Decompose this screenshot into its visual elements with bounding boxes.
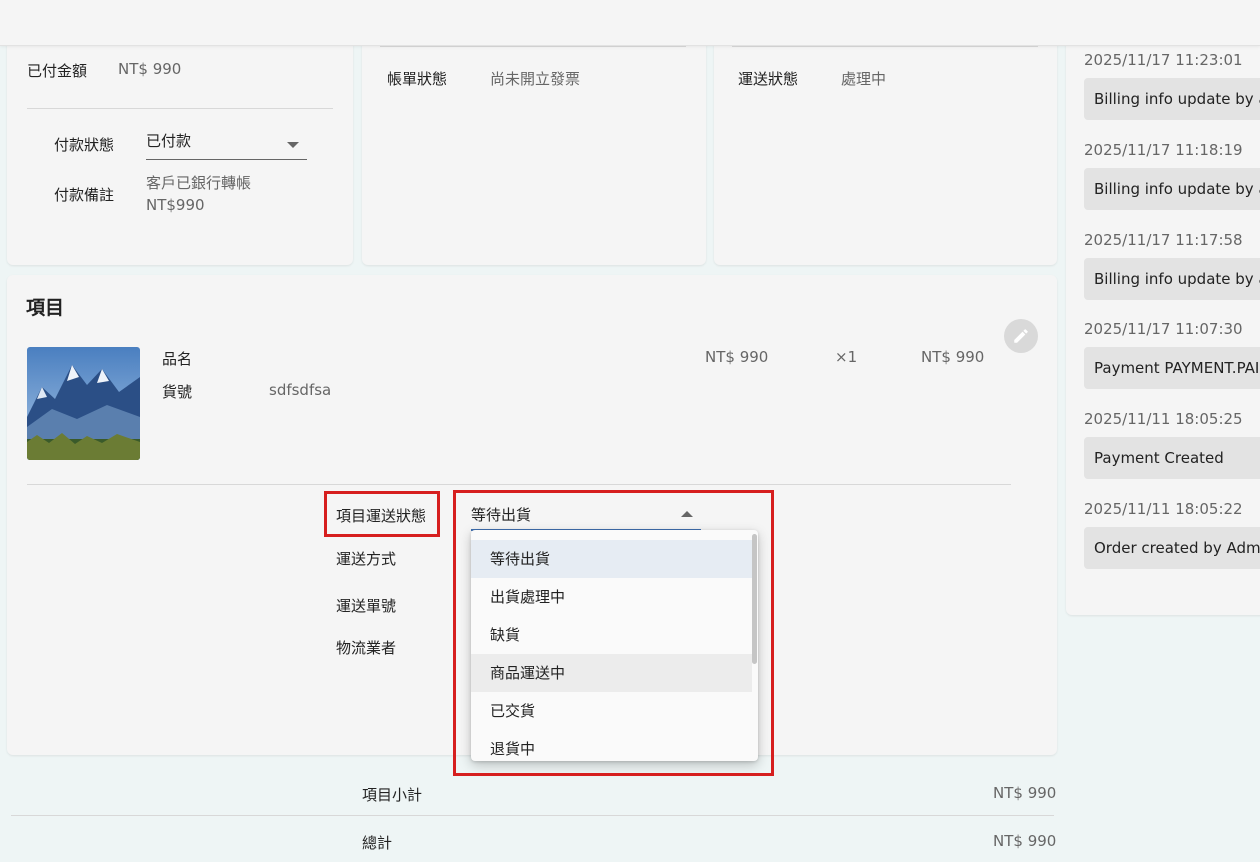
activity-time: 2025/11/17 11:07:30 [1084, 320, 1243, 338]
option-delivered[interactable]: 已交貨 [471, 692, 752, 730]
billing-status-label: 帳單狀態 [387, 70, 448, 88]
total-label: 總計 [362, 834, 393, 852]
paid-amount-value: NT$ 990 [118, 60, 182, 78]
product-sku-value: sdfsdfsa [269, 381, 332, 399]
divider [732, 46, 1038, 47]
payment-status-value: 已付款 [146, 132, 192, 150]
caret-down-icon [287, 142, 299, 148]
mountain-image [27, 347, 140, 460]
ship-method-label: 運送方式 [336, 550, 397, 568]
divider [11, 815, 1054, 816]
payment-status-select[interactable]: 已付款 [146, 130, 307, 160]
activity-message: Payment PAYMENT.PAID [1084, 347, 1260, 389]
shipping-status-value: 處理中 [841, 70, 887, 88]
option-awaiting-shipment[interactable]: 等待出貨 [471, 540, 752, 578]
divider [27, 484, 1011, 485]
shipping-card: 運送狀態 處理中 [714, 30, 1057, 265]
total-value: NT$ 990 [993, 832, 1057, 850]
item-ship-status-select[interactable]: 等待出貨 [471, 504, 701, 531]
activity-time: 2025/11/17 11:23:01 [1084, 51, 1243, 69]
activity-time: 2025/11/11 18:05:22 [1084, 500, 1243, 518]
divider [380, 46, 686, 47]
edit-item-button[interactable] [1004, 319, 1038, 353]
option-out-of-stock[interactable]: 缺貨 [471, 616, 752, 654]
paid-amount-label: 已付金額 [27, 62, 88, 80]
subtotal-label: 項目小計 [362, 786, 423, 804]
product-quantity: ×1 [835, 348, 858, 366]
carrier-label: 物流業者 [336, 639, 397, 657]
top-app-bar [0, 0, 1260, 46]
activity-message: Payment Created [1084, 437, 1260, 479]
billing-status-value: 尚未開立發票 [490, 70, 581, 88]
payment-note-line1: 客戶已銀行轉帳 [146, 174, 252, 192]
pencil-icon [1014, 329, 1028, 343]
option-processing-shipment[interactable]: 出貨處理中 [471, 578, 752, 616]
items-title: 項目 [26, 297, 65, 319]
subtotal-value: NT$ 990 [993, 784, 1057, 802]
product-name-label: 品名 [162, 350, 193, 368]
activity-time: 2025/11/17 11:17:58 [1084, 231, 1243, 249]
payment-status-label: 付款狀態 [54, 136, 115, 154]
activity-message: Billing info update by admin [1084, 258, 1260, 300]
activity-time: 2025/11/17 11:18:19 [1084, 141, 1243, 159]
activity-message: Billing info update by admin [1084, 168, 1260, 210]
activity-message: Order created by Admin [1084, 527, 1260, 569]
product-total: NT$ 990 [921, 348, 985, 366]
activity-time: 2025/11/11 18:05:25 [1084, 410, 1243, 428]
billing-card: 帳單狀態 尚未開立發票 [362, 30, 706, 265]
payment-note-label: 付款備註 [54, 186, 115, 204]
product-unit-price: NT$ 990 [705, 348, 769, 366]
shipping-status-label: 運送狀態 [738, 70, 799, 88]
option-returning[interactable]: 退貨中 [471, 730, 752, 761]
dropdown-scrollbar[interactable] [752, 534, 757, 664]
payment-note-line2: NT$990 [146, 196, 205, 214]
caret-up-icon [681, 511, 693, 517]
activity-message: Billing info update by admin [1084, 78, 1260, 120]
product-thumbnail [27, 347, 140, 460]
product-sku-label: 貨號 [162, 383, 193, 401]
item-ship-status-value: 等待出貨 [471, 506, 532, 524]
payment-card: 已付金額 NT$ 990 付款狀態 已付款 付款備註 客戶已銀行轉帳 NT$99… [7, 30, 353, 265]
ship-status-dropdown[interactable]: 等待出貨 出貨處理中 缺貨 商品運送中 已交貨 退貨中 [471, 530, 758, 761]
divider [27, 108, 333, 109]
option-in-transit[interactable]: 商品運送中 [471, 654, 752, 692]
item-ship-status-label: 項目運送狀態 [336, 507, 427, 525]
tracking-number-label: 運送單號 [336, 597, 397, 615]
